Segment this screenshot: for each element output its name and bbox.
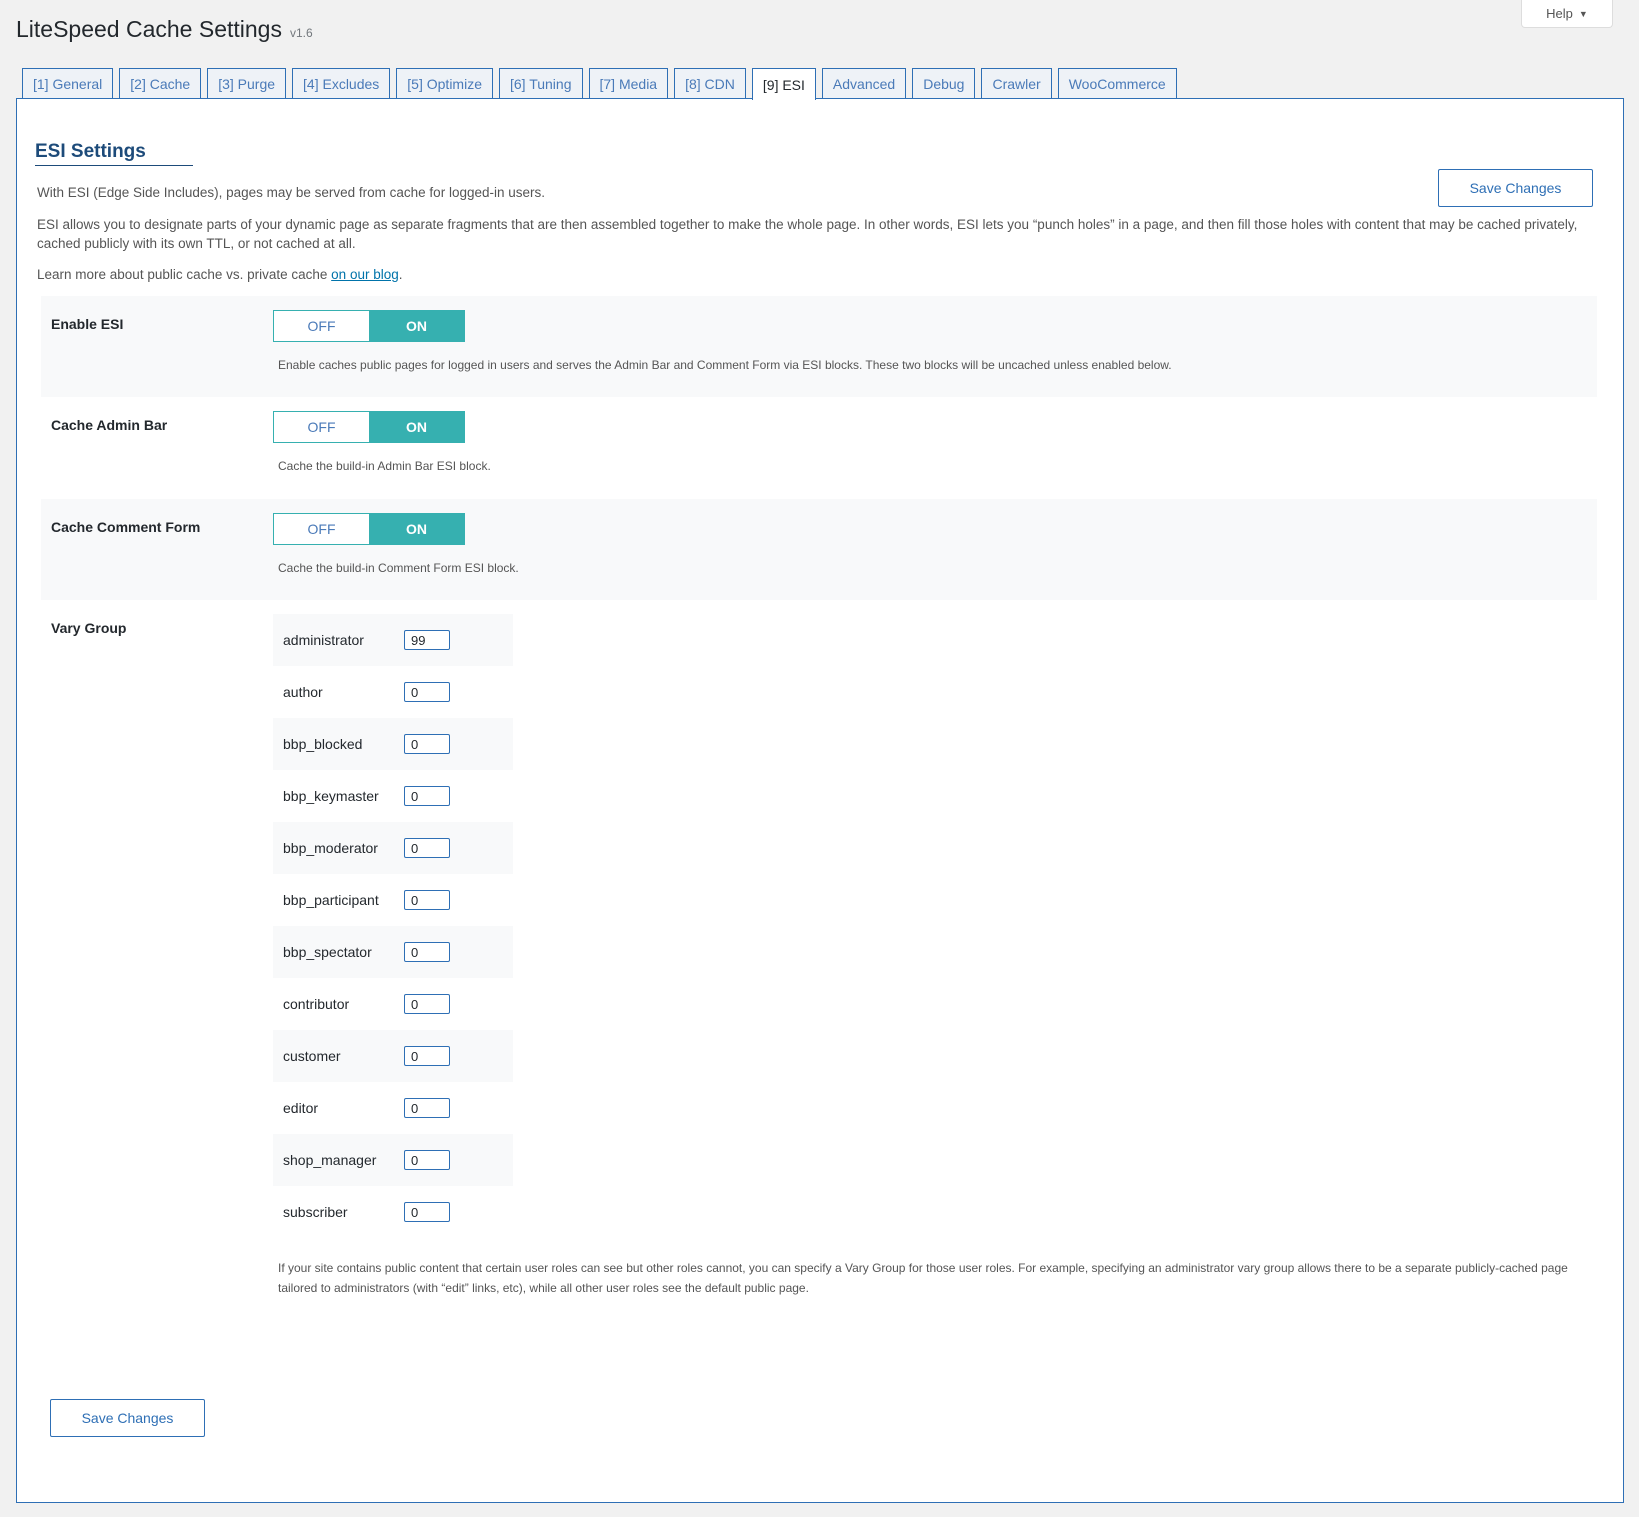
cache-comment-form-on-option[interactable]: ON (369, 514, 464, 544)
version-label: v1.6 (289, 26, 313, 40)
vary-group-role-label: bbp_spectator (283, 944, 372, 960)
vary-group-value-input[interactable] (404, 786, 450, 806)
vary-group-role-label: contributor (283, 996, 350, 1012)
tab-8-cdn[interactable]: [8] CDN (674, 68, 746, 99)
setting-row-vary-group: Vary Group administrator author bbp_blocke… (41, 600, 1597, 1300)
vary-group-value-input[interactable] (404, 942, 450, 962)
intro-text-learn-more: Learn more about public cache vs. privat… (37, 265, 1597, 284)
tab-7-media[interactable]: [7] Media (588, 68, 669, 99)
learn-more-suffix: . (398, 267, 403, 282)
vary-group-value-input[interactable] (404, 1098, 450, 1118)
tab-3-purge[interactable]: [3] Purge (207, 68, 287, 99)
vary-group-value-input[interactable] (404, 994, 450, 1014)
cache-admin-bar-description: Cache the build-in Admin Bar ESI block. (278, 459, 491, 473)
settings-tabs: [1] General [2] Cache [3] Purge [4] Exclude… (22, 68, 1177, 100)
tab-1-general[interactable]: [1] General (22, 68, 114, 99)
tab-2-cache[interactable]: [2] Cache (119, 68, 202, 99)
vary-group-row: author (273, 666, 513, 718)
cache-comment-form-toggle[interactable]: OFF ON (273, 513, 465, 545)
enable-esi-description: Enable caches public pages for logged in… (278, 358, 1172, 372)
vary-group-value-input[interactable] (404, 1202, 450, 1222)
save-changes-button-bottom[interactable]: Save Changes (50, 1399, 205, 1437)
cache-admin-bar-on-option[interactable]: ON (369, 412, 464, 442)
tab-crawler[interactable]: Crawler (981, 68, 1052, 99)
vary-group-row: shop_manager (273, 1134, 513, 1186)
vary-group-label: Vary Group (51, 620, 127, 636)
tab-woocommerce[interactable]: WooCommerce (1057, 68, 1177, 99)
setting-row-cache-admin-bar: Cache Admin Bar OFF ON Cache the build-i… (41, 397, 1597, 499)
cache-comment-form-label: Cache Comment Form (51, 519, 201, 535)
vary-group-row: bbp_spectator (273, 926, 513, 978)
tab-6-tuning[interactable]: [6] Tuning (499, 68, 583, 99)
intro-text-description: ESI allows you to designate parts of you… (37, 217, 1578, 251)
vary-group-row: contributor (273, 978, 513, 1030)
vary-group-value-input[interactable] (404, 890, 450, 910)
vary-group-role-label: author (283, 684, 323, 700)
vary-group-table: administrator author bbp_blocked bbp_keymas… (273, 614, 513, 1238)
vary-group-role-label: bbp_blocked (283, 736, 363, 752)
vary-group-role-label: administrator (283, 632, 364, 648)
vary-group-role-label: customer (283, 1048, 341, 1064)
enable-esi-off-option[interactable]: OFF (274, 311, 369, 341)
vary-group-role-label: editor (283, 1100, 319, 1116)
esi-settings-panel: ESI Settings Save Changes With ESI (Edge… (16, 98, 1624, 1503)
vary-group-role-label: shop_manager (283, 1152, 377, 1168)
enable-esi-toggle[interactable]: OFF ON (273, 310, 465, 342)
cache-admin-bar-toggle[interactable]: OFF ON (273, 411, 465, 443)
cache-comment-form-description: Cache the build-in Comment Form ESI bloc… (278, 561, 519, 575)
vary-group-row: bbp_participant (273, 874, 513, 926)
enable-esi-label: Enable ESI (51, 316, 124, 332)
blog-link[interactable]: on our blog (331, 267, 399, 282)
vary-group-row: bbp_moderator (273, 822, 513, 874)
vary-group-role-label: bbp_participant (283, 892, 379, 908)
vary-group-row: bbp_blocked (273, 718, 513, 770)
cache-admin-bar-label: Cache Admin Bar (51, 417, 168, 433)
vary-group-role-label: bbp_moderator (283, 840, 378, 856)
vary-group-value-input[interactable] (404, 630, 450, 650)
page-title: LiteSpeed Cache Settings v1.6 (16, 16, 313, 43)
vary-group-value-input[interactable] (404, 734, 450, 754)
vary-group-role-label: subscriber (283, 1204, 348, 1220)
vary-group-row: customer (273, 1030, 513, 1082)
vary-group-value-input[interactable] (404, 1046, 450, 1066)
tab-4-excludes[interactable]: [4] Excludes (292, 68, 391, 99)
cache-comment-form-off-option[interactable]: OFF (274, 514, 369, 544)
vary-group-value-input[interactable] (404, 838, 450, 858)
caret-down-icon: ▼ (1578, 8, 1588, 19)
vary-group-row: bbp_keymaster (273, 770, 513, 822)
vary-group-row: administrator (273, 614, 513, 666)
tab-5-optimize[interactable]: [5] Optimize (396, 68, 493, 99)
page-title-text: LiteSpeed Cache Settings (16, 16, 282, 42)
vary-group-description: If your site contains public content tha… (278, 1261, 1568, 1295)
setting-row-enable-esi: Enable ESI OFF ON Enable caches public p… (41, 296, 1597, 397)
intro-text-esi: With ESI (Edge Side Includes), pages may… (37, 185, 545, 200)
help-button[interactable]: Help ▼ (1521, 0, 1613, 28)
vary-group-value-input[interactable] (404, 682, 450, 702)
section-title: ESI Settings (35, 141, 193, 166)
cache-admin-bar-off-option[interactable]: OFF (274, 412, 369, 442)
tab-advanced[interactable]: Advanced (821, 68, 907, 99)
tab-9-esi[interactable]: [9] ESI (751, 68, 816, 100)
vary-group-row: editor (273, 1082, 513, 1134)
setting-row-cache-comment-form: Cache Comment Form OFF ON Cache the buil… (41, 499, 1597, 600)
vary-group-role-label: bbp_keymaster (283, 788, 379, 804)
tab-debug[interactable]: Debug (912, 68, 976, 99)
help-label: Help (1546, 6, 1573, 21)
vary-group-row: subscriber (273, 1186, 513, 1238)
vary-group-value-input[interactable] (404, 1150, 450, 1170)
enable-esi-on-option[interactable]: ON (369, 311, 464, 341)
learn-more-prefix: Learn more about public cache vs. privat… (37, 267, 332, 282)
